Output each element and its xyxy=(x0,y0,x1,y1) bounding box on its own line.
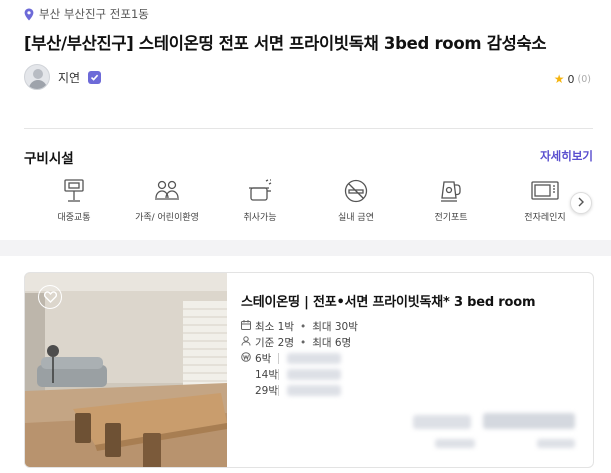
blurred-price xyxy=(287,353,341,364)
blurred-price xyxy=(483,413,575,429)
room-card[interactable]: 스테이온띵 | 전포•서면 프라이빗독채* 3 bed room 최소 1박 •… xyxy=(24,272,594,468)
avatar[interactable] xyxy=(24,64,50,90)
amenity-label: 전기포트 xyxy=(434,213,468,223)
stay-6-row: 6박 xyxy=(241,351,271,366)
stay-label: 6박 xyxy=(255,353,272,365)
room-photo[interactable] xyxy=(25,273,227,467)
next-button[interactable] xyxy=(570,192,592,214)
public-transit-icon xyxy=(34,178,114,204)
amenity-label: 전자레인지 xyxy=(524,213,566,223)
host-info[interactable]: 지연 xyxy=(24,64,102,90)
amenity-no-smoking: 실내 금연 xyxy=(316,178,396,223)
stay-label: 14박 xyxy=(255,369,279,381)
guests-max: 최대 6명 xyxy=(312,337,352,349)
blurred-price xyxy=(287,385,341,396)
section-separator xyxy=(0,240,611,256)
guests-info: 기준 2명 • 최대 6명 xyxy=(241,335,351,350)
page-title: [부산/부산진구] 스테이온띵 전포 서면 프라이빗독채 3bed room 감… xyxy=(24,34,547,53)
calendar-icon xyxy=(241,320,251,333)
location-text: 부산 부산진구 전포1동 xyxy=(39,7,149,21)
location-pin-icon xyxy=(24,8,34,21)
person-icon xyxy=(241,336,251,349)
wishlist-heart-icon[interactable] xyxy=(38,285,62,309)
amenity-label: 대중교통 xyxy=(57,213,91,223)
guests-base: 기준 2명 xyxy=(255,337,294,349)
rating-score: 0 xyxy=(567,72,575,86)
blurred-price xyxy=(413,415,471,429)
blurred-price xyxy=(537,439,575,448)
verified-badge-icon xyxy=(88,70,102,84)
host-name: 지연 xyxy=(58,70,81,85)
blurred-price xyxy=(287,369,341,380)
rating: ★ 0 (0) xyxy=(554,72,591,86)
blurred-price xyxy=(435,439,475,448)
amenity-cooking: 취사가능 xyxy=(220,178,300,223)
amenity-public-transit: 대중교통 xyxy=(34,178,114,223)
divider xyxy=(278,385,279,396)
amenity-family: 가족/ 어린이환영 xyxy=(127,178,207,223)
electric-kettle-icon xyxy=(411,178,491,204)
star-icon: ★ xyxy=(553,72,565,86)
amenities-title: 구비시설 xyxy=(24,151,74,167)
cooking-pot-icon xyxy=(220,178,300,204)
amenity-kettle: 전기포트 xyxy=(411,178,491,223)
divider xyxy=(278,353,279,364)
room-title[interactable]: 스테이온띵 | 전포•서면 프라이빗독채* 3 bed room xyxy=(241,291,536,310)
nights-min: 최소 1박 xyxy=(255,321,294,333)
nights-info: 최소 1박 • 최대 30박 xyxy=(241,319,358,334)
family-icon xyxy=(127,178,207,204)
amenity-label: 실내 금연 xyxy=(338,213,374,223)
chevron-right-icon xyxy=(577,196,585,210)
divider xyxy=(24,128,593,129)
won-coin-icon xyxy=(241,352,251,365)
amenity-label: 가족/ 어린이환영 xyxy=(135,213,199,223)
see-more-link[interactable]: 자세히보기 xyxy=(540,148,593,164)
divider xyxy=(278,369,279,380)
stay-label: 29박 xyxy=(255,385,279,397)
nights-max: 최대 30박 xyxy=(312,321,358,333)
rating-count: (0) xyxy=(577,73,591,85)
location: 부산 부산진구 전포1동 xyxy=(24,6,149,22)
no-smoking-icon xyxy=(316,178,396,204)
amenity-label: 취사가능 xyxy=(243,213,277,223)
